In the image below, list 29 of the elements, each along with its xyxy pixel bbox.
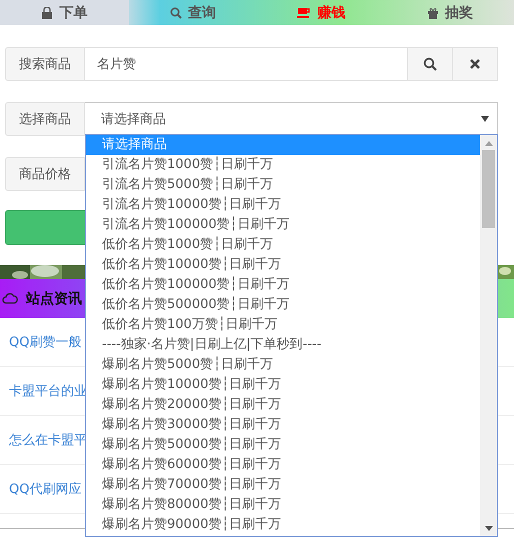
dropdown-option[interactable]: 低价名片赞100万赞┆日刷千万 bbox=[86, 315, 480, 335]
nav-tab[interactable]: 抽奖 bbox=[386, 0, 514, 25]
dropdown-option[interactable]: 爆刷名片赞30000赞┆日刷千万 bbox=[86, 415, 480, 435]
news-title: 站点资讯 bbox=[26, 290, 82, 308]
dropdown-option[interactable]: 引流名片赞1000赞┆日刷千万 bbox=[86, 155, 480, 175]
field-label: 选择商品 bbox=[5, 102, 85, 136]
news-link[interactable]: QQ代刷网应 bbox=[9, 480, 82, 498]
dropdown-option[interactable]: 引流名片赞100000赞┆日刷千万 bbox=[86, 215, 480, 235]
field-label: 商品价格 bbox=[5, 157, 85, 191]
dropdown-option[interactable]: 爆刷名片赞70000赞┆日刷千万 bbox=[86, 475, 480, 495]
dropdown-option[interactable]: 爆刷名片赞10000赞┆日刷千万 bbox=[86, 375, 480, 395]
dropdown-option[interactable]: ----独家·名片赞|日刷上亿|下单秒到---- bbox=[86, 335, 480, 355]
dropdown-option[interactable]: 爆刷名片赞5000赞┆日刷千万 bbox=[86, 355, 480, 375]
dropdown-option[interactable]: 爆刷名片赞90000赞┆日刷千万 bbox=[86, 515, 480, 535]
nav-tab[interactable]: 查询 bbox=[128, 0, 257, 25]
dropdown-option[interactable]: 低价名片赞500000赞┆日刷千万 bbox=[86, 295, 480, 315]
search-field[interactable]: 名片赞 bbox=[85, 47, 408, 81]
news-link[interactable]: 怎么在卡盟平 bbox=[9, 431, 87, 449]
dropdown-option[interactable]: 引流名片赞10000赞┆日刷千万 bbox=[86, 195, 480, 215]
dropdown-option[interactable]: 爆刷名片赞80000赞┆日刷千万 bbox=[86, 495, 480, 515]
field-label: 搜索商品 bbox=[5, 47, 85, 81]
dropdown-option[interactable]: 低价名片赞100000赞┆日刷千万 bbox=[86, 275, 480, 295]
dropdown-option[interactable]: 爆刷名片赞20000赞┆日刷千万 bbox=[86, 395, 480, 415]
dropdown-option[interactable]: 引流名片赞5000赞┆日刷千万 bbox=[86, 175, 480, 195]
dropdown-option[interactable]: 爆刷名片赞60000赞┆日刷千万 bbox=[86, 455, 480, 475]
dropdown-option[interactable]: 低价名片赞10000赞┆日刷千万 bbox=[86, 255, 480, 275]
news-link[interactable]: QQ刷赞一般 bbox=[9, 333, 82, 351]
dropdown-option[interactable]: 低价名片赞1000赞┆日刷千万 bbox=[86, 235, 480, 255]
dropdown-option[interactable]: 爆刷名片赞50000赞┆日刷千万 bbox=[86, 435, 480, 455]
